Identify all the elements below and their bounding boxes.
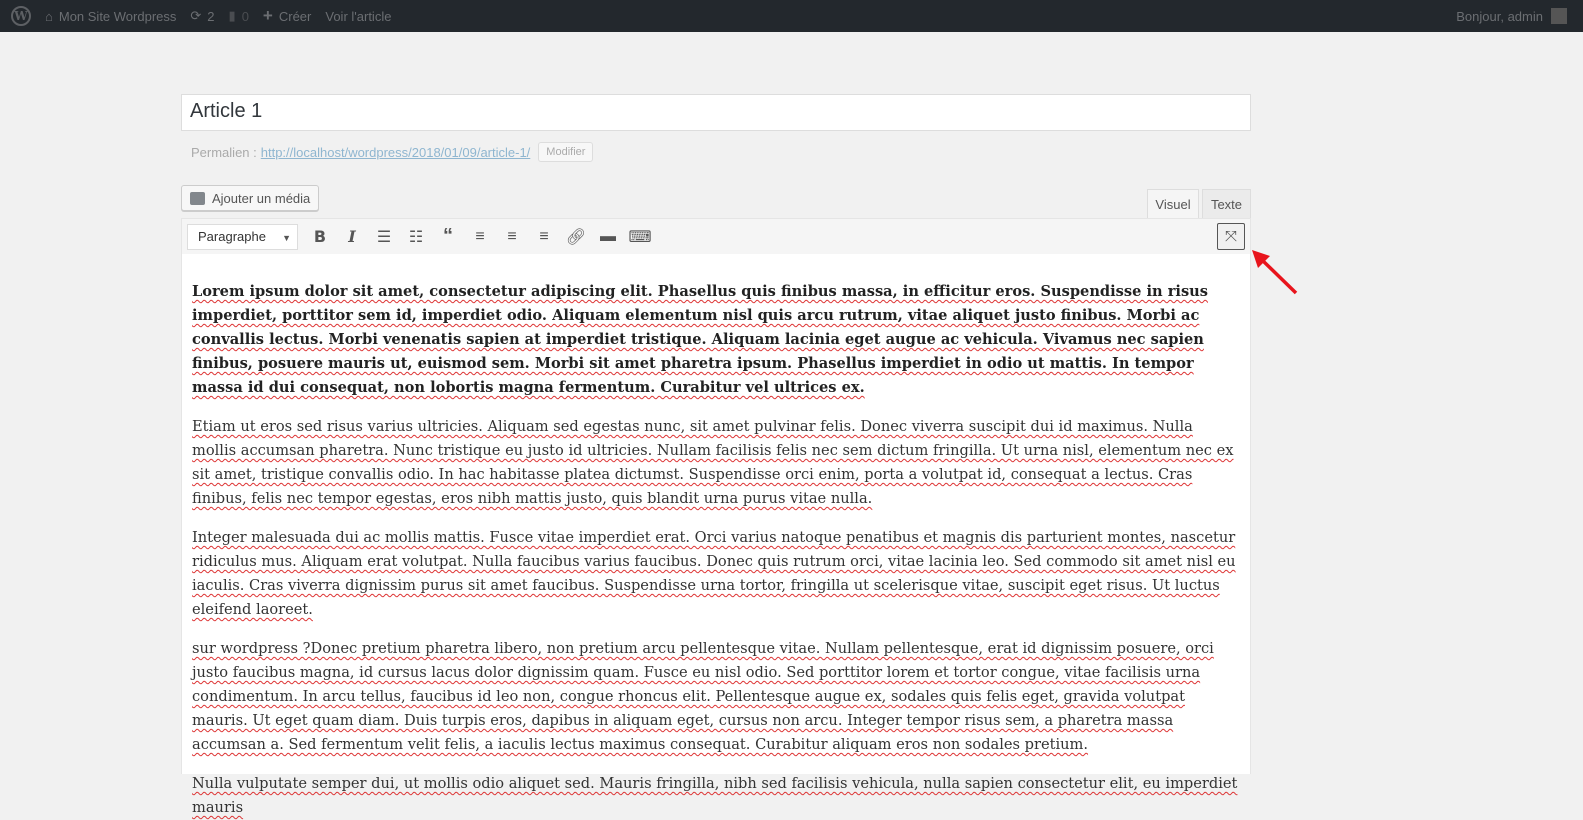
site-name-label: Mon Site Wordpress xyxy=(58,8,177,24)
tab-text[interactable]: Texte xyxy=(1202,189,1251,218)
link-icon[interactable]: 🔗︎ xyxy=(560,223,592,251)
add-media-label: Ajouter un média xyxy=(212,190,311,206)
edit-permalink-button[interactable]: Modifier xyxy=(538,142,594,162)
post-title-input[interactable]: Article 1 xyxy=(181,94,1251,131)
numbered-list-icon[interactable]: ☷ xyxy=(400,223,432,251)
new-content-link[interactable]: + Créer xyxy=(263,6,311,26)
format-select[interactable]: Paragraphe ▼ xyxy=(187,223,298,250)
editor-content[interactable]: Lorem ipsum dolor sit amet, consectetur … xyxy=(181,254,1251,816)
site-name-link[interactable]: ⌂ Mon Site Wordpress xyxy=(45,9,176,24)
paragraph: Integer malesuada dui ac mollis mattis. … xyxy=(192,529,1236,618)
annotation-arrow-icon xyxy=(1252,250,1298,295)
comment-icon: ▮ xyxy=(228,8,236,23)
align-center-icon[interactable]: ≡ xyxy=(496,223,528,251)
align-right-icon[interactable]: ≡ xyxy=(528,223,560,251)
paragraph: Lorem ipsum dolor sit amet, consectetur … xyxy=(192,283,1208,396)
comments-link[interactable]: ▮ 0 xyxy=(229,8,249,24)
view-post-link[interactable]: Voir l'article xyxy=(325,9,391,24)
my-account[interactable]: Bonjour, admin xyxy=(1456,0,1567,32)
updates-link[interactable]: ⟳ 2 xyxy=(190,8,214,24)
permalink-link[interactable]: http://localhost/wordpress/2018/01/09/ar… xyxy=(261,145,531,160)
blockquote-icon[interactable]: “ xyxy=(432,223,464,251)
permalink-label: Permalien : xyxy=(191,144,257,160)
paragraph: sur wordpress ?Donec pretium pharetra li… xyxy=(192,640,1214,753)
editor-toolbar: Paragraphe ▼ B I ☰ ☷ “ ≡ ≡ ≡ 🔗︎ ▬ ⌨ ⤧ xyxy=(181,218,1251,255)
new-label: Créer xyxy=(278,8,312,24)
paragraph: Nulla vulputate semper dui, ut mollis od… xyxy=(192,775,1238,816)
updates-icon: ⟳ xyxy=(190,8,202,23)
updates-count: 2 xyxy=(207,8,215,24)
toolbar-toggle-icon[interactable]: ⌨ xyxy=(624,223,656,251)
bullet-list-icon[interactable]: ☰ xyxy=(368,223,400,251)
avatar xyxy=(1551,8,1567,24)
view-post-label: Voir l'article xyxy=(325,8,392,24)
comments-count: 0 xyxy=(241,8,249,24)
tab-visual[interactable]: Visuel xyxy=(1147,189,1199,218)
read-more-icon[interactable]: ▬ xyxy=(592,223,624,251)
permalink-row: Permalien : http://localhost/wordpress/2… xyxy=(191,141,594,163)
home-icon: ⌂ xyxy=(45,8,53,24)
chevron-down-icon: ▼ xyxy=(282,232,291,243)
format-select-value: Paragraphe xyxy=(198,229,266,244)
greeting: Bonjour, admin xyxy=(1456,8,1543,24)
align-left-icon[interactable]: ≡ xyxy=(464,223,496,251)
plus-icon: + xyxy=(262,6,273,25)
admin-bar: W ⌂ Mon Site Wordpress ⟳ 2 ▮ 0 + Créer Voir … xyxy=(0,0,1583,32)
italic-icon[interactable]: I xyxy=(336,223,368,251)
wordpress-logo-icon[interactable]: W xyxy=(11,6,31,26)
paragraph: Etiam ut eros sed risus varius ultricies… xyxy=(192,418,1234,507)
bold-icon[interactable]: B xyxy=(304,223,336,251)
add-media-button[interactable]: Ajouter un média xyxy=(181,185,319,211)
media-icon xyxy=(190,191,205,205)
fullscreen-icon[interactable]: ⤧ xyxy=(1217,223,1245,250)
